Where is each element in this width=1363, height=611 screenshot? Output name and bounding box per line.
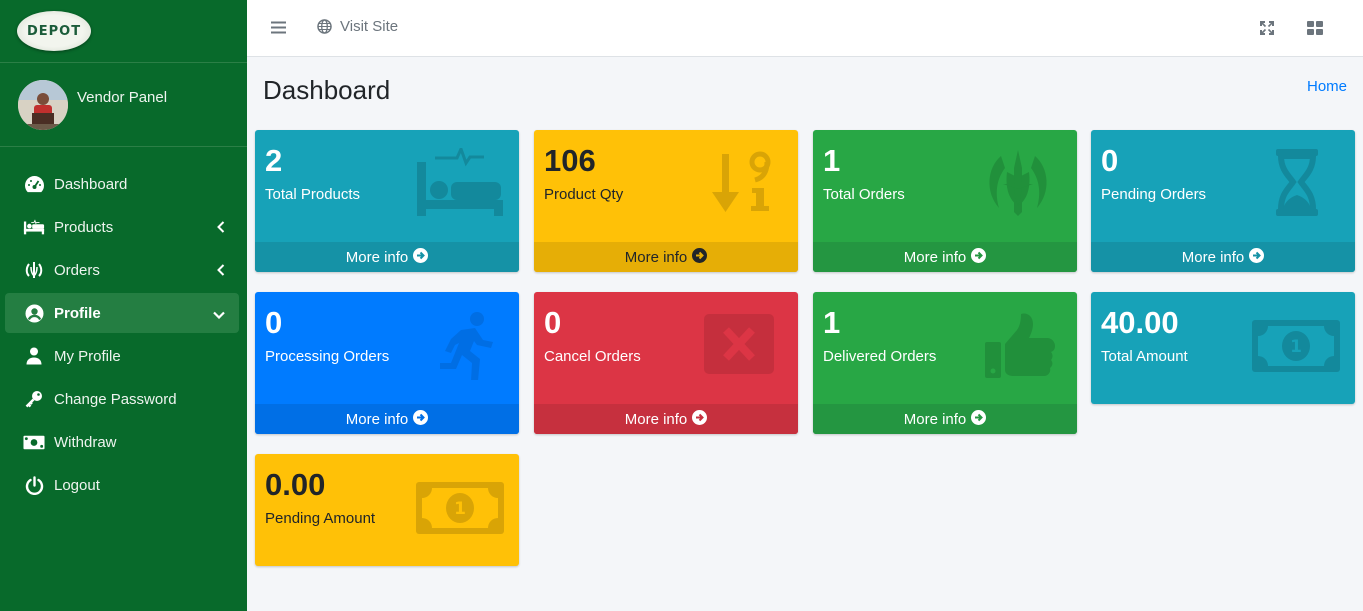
more-info-label: More info — [903, 248, 967, 266]
tachometer-icon — [23, 174, 45, 194]
expand-arrows-icon — [1260, 21, 1274, 39]
pending-orders-box: 0 Pending Orders More info — [1091, 130, 1355, 272]
emblem-icon — [973, 148, 1063, 218]
total-orders-more-info-link[interactable]: More info — [813, 242, 1077, 272]
cancel-orders-box: 0 Cancel Orders More info — [534, 292, 798, 434]
total-products-more-info-link[interactable]: More info — [255, 242, 519, 272]
chevron-left-icon — [217, 263, 225, 280]
control-sidebar-button[interactable] — [1307, 21, 1323, 39]
brand-logo: DEPOT — [17, 11, 91, 51]
delivered-orders-box: 1 Delivered Orders More info — [813, 292, 1077, 434]
sidebar-item-label: Logout — [54, 476, 100, 494]
page-title: Dashboard — [263, 75, 391, 105]
product-qty-box: 106 Product Qty More info — [534, 130, 798, 272]
sidebar-item-products[interactable]: Products — [5, 207, 239, 247]
user-name[interactable]: Vendor Panel — [77, 89, 167, 106]
pending-orders-more-info-link[interactable]: More info — [1091, 242, 1355, 272]
arrow-circle-right-icon — [1249, 247, 1265, 267]
product-qty-more-info-link[interactable]: More info — [534, 242, 798, 272]
more-info-label: More info — [345, 248, 409, 266]
money-bill-icon — [23, 432, 45, 452]
more-info-label: More info — [345, 410, 409, 428]
sidebar-item-label: My Profile — [54, 347, 121, 365]
bed-icon — [23, 217, 45, 237]
sidebar-item-my-profile[interactable]: My Profile — [5, 336, 239, 376]
sidebar-item-dashboard[interactable]: Dashboard — [5, 164, 239, 204]
svg-text:1: 1 — [454, 499, 466, 519]
total-amount-box: 40.00 Total Amount 1 — [1091, 292, 1355, 404]
sidebar-item-label: Dashboard — [54, 175, 128, 193]
money-bill-icon: 1 — [1251, 310, 1341, 380]
sidebar-item-profile[interactable]: Profile — [5, 293, 239, 333]
sidebar-item-logout[interactable]: Logout — [5, 465, 239, 505]
orders-emblem-icon — [23, 260, 45, 280]
total-orders-box: 1 Total Orders More info — [813, 130, 1077, 272]
arrow-circle-right-icon — [971, 247, 987, 267]
arrow-circle-right-icon — [692, 409, 708, 429]
hourglass-end-icon — [1251, 148, 1341, 218]
sidebar-item-orders[interactable]: Orders — [5, 250, 239, 290]
user-panel: Vendor Panel — [0, 63, 247, 147]
svg-text:1: 1 — [1290, 337, 1302, 357]
power-icon — [23, 475, 45, 495]
sidebar-item-label: Profile — [54, 304, 101, 322]
thumbs-up-icon — [973, 310, 1063, 380]
sidebar-item-label: Change Password — [54, 390, 177, 408]
sort-numeric-down-icon — [694, 148, 784, 218]
pending-amount-box: 0.00 Pending Amount 1 — [255, 454, 519, 566]
th-large-icon — [1307, 21, 1323, 39]
money-bill-icon: 1 — [415, 472, 505, 542]
cancel-orders-more-info-link[interactable]: More info — [534, 404, 798, 434]
visit-site-label: Visit Site — [340, 18, 399, 35]
visit-site-link[interactable]: Visit Site — [317, 18, 398, 35]
window-close-icon — [694, 310, 784, 380]
key-icon — [23, 389, 45, 409]
chevron-down-icon — [213, 306, 225, 323]
sidebar-item-label: Withdraw — [54, 433, 117, 451]
total-products-box: 2 Total Products More info — [255, 130, 519, 272]
top-navbar: Visit Site — [247, 0, 1363, 57]
delivered-orders-more-info-link[interactable]: More info — [813, 404, 1077, 434]
brand-link[interactable]: DEPOT — [0, 0, 247, 63]
arrow-circle-right-icon — [692, 247, 708, 267]
running-icon — [415, 310, 505, 380]
processing-orders-box: 0 Processing Orders More info — [255, 292, 519, 434]
processing-orders-more-info-link[interactable]: More info — [255, 404, 519, 434]
chevron-left-icon — [217, 220, 225, 237]
bed-pulse-icon — [415, 148, 505, 218]
sidebar: DEPOT Vendor Panel Dashboard Products Or… — [0, 0, 247, 611]
sidebar-item-withdraw[interactable]: Withdraw — [5, 422, 239, 462]
sidebar-item-label: Products — [54, 218, 114, 236]
sidebar-item-label: Orders — [54, 261, 100, 279]
user-icon — [23, 346, 45, 366]
hamburger-icon — [271, 21, 286, 38]
more-info-label: More info — [624, 248, 688, 266]
avatar[interactable] — [18, 79, 68, 130]
arrow-circle-right-icon — [971, 409, 987, 429]
arrow-circle-right-icon — [413, 409, 429, 429]
breadcrumb-home-link[interactable]: Home — [1307, 78, 1347, 95]
more-info-label: More info — [1181, 248, 1245, 266]
menu-toggle-button[interactable] — [271, 21, 286, 38]
arrow-circle-right-icon — [413, 247, 429, 267]
fullscreen-button[interactable] — [1260, 21, 1274, 39]
more-info-label: More info — [903, 410, 967, 428]
user-circle-icon — [23, 303, 45, 323]
globe-icon — [317, 19, 332, 34]
sidebar-item-change-password[interactable]: Change Password — [5, 379, 239, 419]
brand-logo-text: DEPOT — [26, 23, 82, 39]
sidebar-menu: Dashboard Products Orders Profile My Pro… — [0, 147, 247, 505]
more-info-label: More info — [624, 410, 688, 428]
